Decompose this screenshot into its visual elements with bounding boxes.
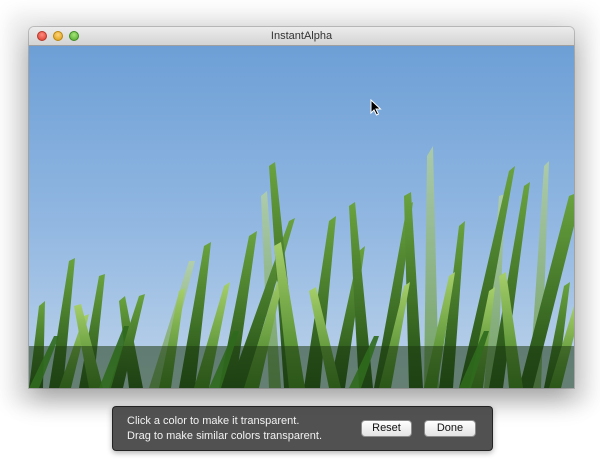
instant-alpha-window: InstantAlpha: [29, 27, 574, 388]
reset-button[interactable]: Reset: [361, 420, 412, 437]
window-title: InstantAlpha: [270, 30, 333, 42]
hud-instruction-line-1: Click a color to make it transparent.: [127, 415, 300, 427]
done-button[interactable]: Done: [424, 420, 476, 437]
grass-photo: [29, 46, 574, 388]
mouse-pointer-icon: [370, 99, 382, 116]
hud-instruction-line-2: Drag to make similar colors transparent.: [127, 430, 323, 442]
hud-instructions: Click a color to make it transparent. Dr…: [127, 414, 322, 444]
title-bar[interactable]: InstantAlpha: [29, 27, 574, 46]
instant-alpha-hud: Click a color to make it transparent. Dr…: [112, 406, 493, 451]
image-canvas[interactable]: [29, 46, 574, 388]
